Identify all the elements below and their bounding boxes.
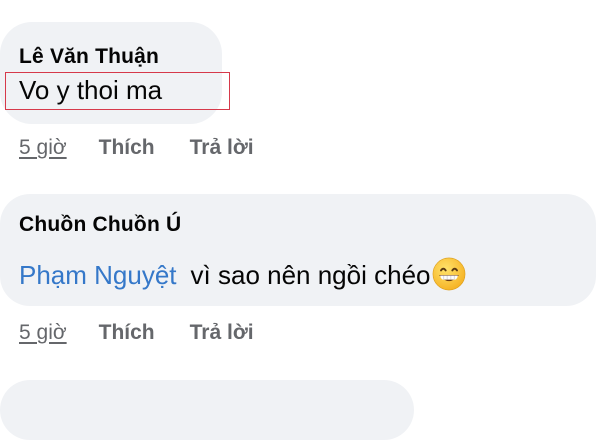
highlight-box xyxy=(5,72,230,110)
comment-bubble xyxy=(0,380,414,440)
comment-author[interactable]: Lê Văn Thuận xyxy=(19,45,159,69)
comment-timestamp[interactable]: 5 giờ xyxy=(19,321,67,344)
comment-author[interactable]: Chuồn Chuồn Ú xyxy=(19,213,181,237)
comment-actions: 5 giờ Thích Trả lời xyxy=(19,321,254,345)
mention-link[interactable]: Phạm Nguyệt xyxy=(19,260,177,290)
comment-text: vì sao nên ngồi chéo xyxy=(190,260,431,290)
comment-timestamp[interactable]: 5 giờ xyxy=(19,136,67,159)
like-button[interactable]: Thích xyxy=(99,136,155,159)
comment-bubble: Chuồn Chuồn Ú Phạm Nguyệt vì sao nên ngồi… xyxy=(0,194,596,306)
reply-button[interactable]: Trả lời xyxy=(190,136,254,159)
comment-author-cutoff xyxy=(19,392,139,412)
reply-button[interactable]: Trả lời xyxy=(190,321,254,344)
comment-body: Phạm Nguyệt vì sao nên ngồi chéo xyxy=(19,257,466,291)
grinning-face-icon xyxy=(432,257,465,291)
like-button[interactable]: Thích xyxy=(99,321,155,344)
comment-actions: 5 giờ Thích Trả lời xyxy=(19,136,254,160)
